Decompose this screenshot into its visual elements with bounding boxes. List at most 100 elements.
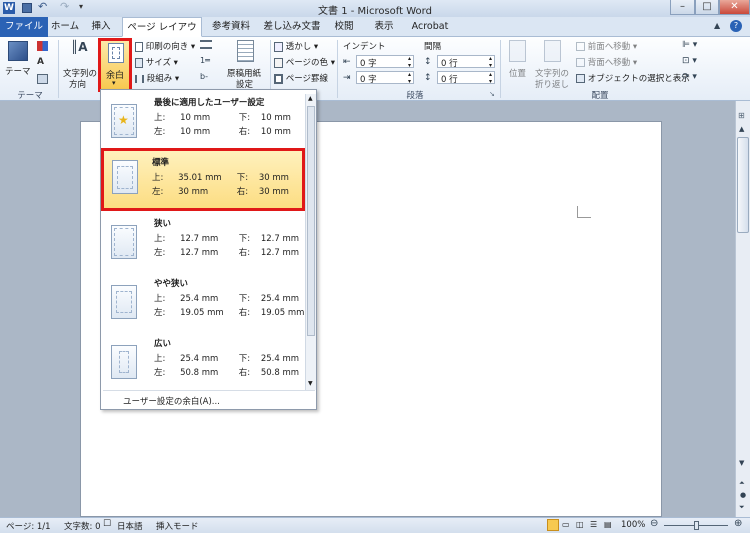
scroll-thumb[interactable] (737, 137, 749, 233)
print-layout-view-icon[interactable] (547, 519, 559, 531)
margins-button[interactable]: 余白 ▾ (98, 38, 132, 92)
vertical-scrollbar[interactable]: ⊞ ▲ ▼ ⏶ ● ⏷ (735, 101, 750, 517)
indent-left-icon: ⇤ (343, 57, 351, 67)
space-after-input[interactable]: 0 行 ▴ ▾ (437, 71, 495, 85)
margin-option-moderate[interactable]: やや狭い 上: 25.4 mm 下: 25.4 mm 左: 19.05 mm 右… (103, 273, 305, 333)
dropdown-scrollbar[interactable]: ▲ ▼ (305, 94, 316, 390)
zoom-out-icon[interactable]: ⊖ (650, 518, 658, 529)
language-indicator[interactable]: 日本語 (117, 520, 143, 532)
rotate-icon[interactable]: ⟳ ▾ (682, 72, 697, 82)
proofing-icon[interactable]: ☐ (103, 519, 111, 529)
spinner-icon[interactable]: ▴ ▾ (489, 55, 492, 69)
indent-right-input[interactable]: 0 字 ▴ ▾ (356, 71, 414, 85)
wrap-text-button[interactable]: 文字列の 折り返し (534, 40, 572, 90)
word-count[interactable]: 文字数: 0 (64, 520, 100, 532)
columns-button[interactable]: 段組み ▾ (135, 72, 179, 84)
bottom-label: 下: (238, 354, 251, 364)
text-direction-button[interactable]: ║A 文字列の 方向 (63, 40, 99, 90)
web-view-icon[interactable]: ◫ (576, 520, 584, 529)
genko-button[interactable]: 原稿用紙 設定 (226, 40, 266, 90)
spinner-icon[interactable]: ▴ ▾ (408, 55, 411, 69)
bottom-label: 下: (238, 113, 251, 123)
tab-insert[interactable]: 挿入 (86, 17, 116, 37)
right-value: 50.8 mm (260, 368, 300, 378)
ribbon-minimize-icon[interactable]: ▲ (714, 21, 720, 30)
ruler-toggle-icon[interactable]: ⊞ (738, 111, 745, 120)
indent-right-icon: ⇥ (343, 73, 351, 83)
full-screen-view-icon[interactable]: ▭ (562, 520, 570, 529)
maximize-button[interactable]: □ (695, 0, 719, 15)
columns-label: 段組み (146, 74, 173, 84)
zoom-slider[interactable] (664, 521, 728, 530)
page-border-button[interactable]: ページ罫線 (274, 72, 328, 84)
scroll-thumb[interactable] (307, 106, 315, 336)
tab-mailings[interactable]: 差し込み文書 (260, 17, 324, 37)
tab-references[interactable]: 参考資料 (206, 17, 256, 37)
tab-file[interactable]: ファイル (0, 17, 48, 37)
spinner-icon[interactable]: ▴ ▾ (408, 71, 411, 85)
right-value: 12.7 mm (260, 248, 300, 258)
dropdown-divider (103, 390, 315, 391)
margin-top-bottom-row: 上: 25.4 mm 下: 25.4 mm (154, 292, 299, 304)
breaks-icon[interactable] (200, 40, 212, 49)
line-numbers-icon[interactable]: 1═ (200, 56, 210, 65)
help-icon[interactable]: ? (730, 20, 742, 32)
hyphenation-icon[interactable]: b- (200, 72, 208, 81)
margin-option-wide[interactable]: 広い 上: 25.4 mm 下: 25.4 mm 左: 50.8 mm 右: 5… (103, 333, 305, 393)
space-before-input[interactable]: 0 行 ▴ ▾ (437, 55, 495, 69)
position-button[interactable]: 位置 (505, 40, 531, 88)
selection-pane-button[interactable]: オブジェクトの選択と表示 (576, 72, 690, 84)
group-icon[interactable]: ⊡ ▾ (682, 56, 697, 66)
theme-fonts-icon[interactable]: A (37, 57, 44, 67)
left-label: 左: (154, 308, 166, 318)
text-direction-label-2: 方向 (69, 80, 87, 90)
left-label: 左: (154, 368, 166, 378)
tab-page-layout[interactable]: ページ レイアウト (122, 17, 202, 52)
page-count[interactable]: ページ: 1/1 (6, 520, 51, 532)
dialog-launcher-icon[interactable]: ↘ (489, 90, 495, 98)
top-label: 上: (152, 173, 164, 183)
watermark-button[interactable]: 透かし ▾ (274, 40, 318, 52)
custom-margins-item[interactable]: ユーザー設定の余白(A)... (123, 395, 220, 407)
minimize-button[interactable]: – (670, 0, 695, 15)
theme-colors-icon[interactable] (37, 41, 48, 51)
page-margin-icon (111, 285, 137, 319)
margin-option-title: 広い (154, 339, 172, 349)
zoom-level[interactable]: 100% (621, 520, 645, 530)
zoom-slider-thumb[interactable] (694, 521, 699, 530)
insert-mode-indicator[interactable]: 挿入モード (156, 520, 199, 532)
zoom-in-icon[interactable]: ⊕ (734, 518, 742, 529)
next-page-icon[interactable]: ⏷ (739, 503, 745, 512)
margin-left-right-row: 左: 10 mm 右: 10 mm (154, 125, 291, 137)
tab-home[interactable]: ホーム (48, 17, 82, 37)
scroll-down-icon[interactable]: ▼ (308, 380, 313, 387)
align-icon[interactable]: ⊫ ▾ (682, 40, 697, 50)
page-color-button[interactable]: ページの色 ▾ (274, 56, 335, 68)
outline-view-icon[interactable]: ☰ (590, 520, 597, 529)
scroll-up-icon[interactable]: ▲ (308, 95, 313, 102)
bottom-label: 下: (238, 234, 251, 244)
size-button[interactable]: サイズ ▾ (135, 56, 178, 68)
previous-page-icon[interactable]: ⏶ (739, 479, 745, 488)
scroll-down-icon[interactable]: ▼ (739, 459, 744, 467)
spinner-icon[interactable]: ▴ ▾ (489, 71, 492, 85)
indent-left-input[interactable]: 0 字 ▴ ▾ (356, 55, 414, 69)
orientation-button[interactable]: 印刷の向き ▾ (135, 40, 195, 52)
close-button[interactable]: ✕ (719, 0, 750, 15)
margin-option-normal[interactable]: 標準 上: 35.01 mm 下: 30 mm 左: 30 mm 右: 30 m… (101, 148, 305, 211)
browse-object-icon[interactable]: ● (740, 491, 746, 499)
bring-forward-button[interactable]: 前面へ移動 ▾ (576, 40, 637, 52)
tab-acrobat[interactable]: Acrobat (408, 17, 452, 37)
tab-view[interactable]: 表示 (369, 17, 399, 37)
draft-view-icon[interactable]: ▤ (604, 520, 612, 529)
theme-effects-icon[interactable] (37, 74, 48, 84)
page-border-label: ページ罫線 (285, 74, 329, 84)
arrange-group-label: 配置 (591, 91, 609, 101)
scroll-up-icon[interactable]: ▲ (739, 125, 744, 133)
margin-option-last-custom[interactable]: ★ 最後に適用したユーザー設定 上: 10 mm 下: 10 mm 左: 10 … (103, 92, 305, 152)
orientation-icon (135, 41, 143, 52)
margin-option-narrow[interactable]: 狭い 上: 12.7 mm 下: 12.7 mm 左: 12.7 mm 右: 1… (103, 213, 305, 273)
themes-button[interactable]: テーマ (5, 41, 31, 85)
send-backward-button[interactable]: 背面へ移動 ▾ (576, 56, 637, 68)
tab-review[interactable]: 校閲 (330, 17, 358, 37)
